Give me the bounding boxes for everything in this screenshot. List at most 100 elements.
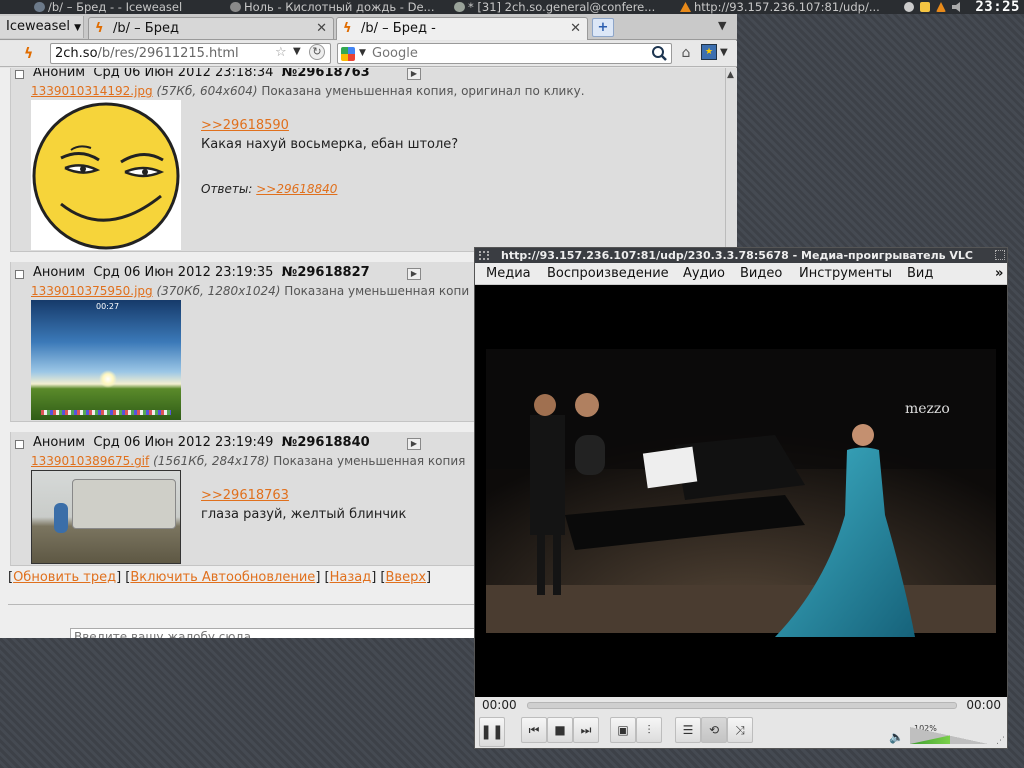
- file-link[interactable]: 1339010389675.gif: [31, 454, 149, 468]
- time-bar: 00:00 00:00: [475, 697, 1007, 715]
- tray-star-icon[interactable]: [920, 2, 930, 12]
- vlc-controls: ❚❚ ⏮ ■ ⏭ ▣ ⫶ ☰ ⟲ ⤨ 🔈 102% ⋰: [475, 715, 1007, 748]
- resize-grip-icon[interactable]: ⋰: [996, 736, 1005, 746]
- play-icon[interactable]: ▶: [407, 438, 421, 450]
- search-icon[interactable]: [651, 45, 668, 62]
- time-total: 00:00: [966, 698, 1001, 712]
- fullscreen-button[interactable]: ▣: [610, 717, 636, 743]
- post-thumbnail[interactable]: [31, 470, 181, 564]
- complaint-input[interactable]: [70, 628, 480, 638]
- menu-view[interactable]: Вид: [907, 266, 933, 281]
- close-tab-icon[interactable]: ✕: [316, 18, 327, 39]
- trailer-shape: [72, 479, 176, 529]
- stop-button[interactable]: ■: [547, 717, 573, 743]
- post-checkbox[interactable]: [15, 70, 24, 79]
- playlist-icon: ☰: [682, 723, 694, 737]
- playlist-button[interactable]: ☰: [675, 717, 701, 743]
- bookmark-star-icon[interactable]: ☆: [275, 45, 287, 60]
- url-bar[interactable]: 2ch.so/b/res/29611215.html: [50, 43, 331, 64]
- shuffle-icon: ⤨: [735, 723, 745, 737]
- menu-video[interactable]: Видео: [740, 266, 782, 281]
- menu-playback[interactable]: Воспроизведение: [547, 266, 669, 281]
- music-icon: [230, 2, 241, 12]
- post: Аноним Срд 06 Июн 2012 23:18:34 №2961876…: [10, 68, 725, 252]
- seek-slider[interactable]: [527, 702, 957, 709]
- post-checkbox[interactable]: [15, 270, 24, 279]
- post-number[interactable]: №29618827: [282, 265, 370, 280]
- file-link[interactable]: 1339010314192.jpg: [31, 84, 153, 98]
- post-thumbnail[interactable]: [31, 100, 181, 250]
- google-icon[interactable]: [341, 47, 355, 61]
- maximize-icon[interactable]: [995, 250, 1005, 260]
- post-body: >>29618763 глаза разуй, желтый блинчик: [201, 488, 407, 522]
- previous-icon: ⏮: [528, 723, 540, 737]
- menu-audio[interactable]: Аудио: [683, 266, 725, 281]
- post-number[interactable]: №29618840: [282, 435, 370, 450]
- taskbar-task-chat[interactable]: * [31] 2ch.so.general@confere...: [452, 0, 676, 14]
- reply-link[interactable]: >>29618763: [201, 488, 289, 503]
- close-tab-icon[interactable]: ✕: [570, 18, 581, 39]
- home-icon[interactable]: ⌂: [677, 44, 695, 62]
- smiley-face-icon: [32, 102, 180, 250]
- equalizer-icon: ⫶: [647, 723, 651, 737]
- pause-button[interactable]: ❚❚: [479, 717, 505, 747]
- file-link[interactable]: 1339010375950.jpg: [31, 284, 153, 298]
- tray-vlc-icon[interactable]: [936, 2, 946, 12]
- random-button[interactable]: ⤨: [727, 717, 753, 743]
- vlc-menu-bar: Медиа Воспроизведение Аудио Видео Инстру…: [475, 263, 1007, 285]
- menu-tools[interactable]: Инструменты: [799, 266, 892, 281]
- extended-settings-button[interactable]: ⫶: [636, 717, 662, 743]
- search-input[interactable]: [372, 45, 652, 62]
- vlc-cone-icon: [680, 2, 691, 12]
- tab-board-1[interactable]: ϟ /b/ – Бред ✕: [88, 17, 334, 39]
- tray-play-icon[interactable]: [904, 2, 914, 12]
- post-body: >>29618590 Какая нахуй восьмерка, ебан ш…: [201, 118, 459, 152]
- post-checkbox[interactable]: [15, 440, 24, 449]
- tab-list-icon[interactable]: ▼: [718, 19, 726, 32]
- tray-volume-icon[interactable]: [952, 2, 960, 12]
- thread-links: [Обновить тред] [Включить Автообновление…: [8, 570, 432, 585]
- scroll-up-icon[interactable]: ▲: [727, 70, 734, 80]
- vlc-title-bar[interactable]: http://93.157.236.107:81/udp/230.3.3.78:…: [475, 248, 1007, 263]
- reload-icon[interactable]: ↻: [309, 44, 325, 60]
- back-link[interactable]: Назад: [330, 570, 372, 585]
- menu-media[interactable]: Медиа: [486, 266, 531, 281]
- answer-link[interactable]: >>29618840: [256, 182, 337, 196]
- menu-more-icon[interactable]: »: [995, 266, 1003, 281]
- taskbar-task-music[interactable]: Ноль - Кислотный дождь - De...: [228, 0, 450, 14]
- loop-button[interactable]: ⟲: [701, 717, 727, 743]
- bookmarks-dropdown-icon[interactable]: ▼: [720, 47, 728, 58]
- volume-slider[interactable]: 102%: [908, 724, 990, 744]
- play-icon[interactable]: ▶: [407, 268, 421, 280]
- refresh-thread-link[interactable]: Обновить тред: [13, 570, 116, 585]
- search-engine-dropdown-icon[interactable]: ▼: [359, 48, 366, 58]
- person-shape: [54, 503, 68, 533]
- pause-icon: ❚❚: [480, 724, 504, 740]
- app-menu-button[interactable]: Iceweasel ▼: [0, 16, 84, 38]
- taskbar-task-vlc[interactable]: http://93.157.236.107:81/udp/...: [678, 0, 902, 14]
- window-grip-icon[interactable]: [479, 251, 489, 260]
- mezzo-logo: mezzo: [905, 401, 950, 417]
- post-number[interactable]: №29618763: [282, 68, 370, 80]
- url-history-dropdown-icon[interactable]: ▼: [293, 46, 301, 57]
- bookmarks-icon[interactable]: ★: [701, 44, 717, 60]
- post-thumbnail[interactable]: 00:27: [31, 300, 181, 420]
- taskbar-task-iceweasel[interactable]: /b/ – Бред - - Iceweasel: [32, 0, 226, 14]
- post-header: Аноним Срд 06 Июн 2012 23:19:35 №2961882…: [33, 265, 370, 280]
- next-button[interactable]: ⏭: [573, 717, 599, 743]
- reply-link[interactable]: >>29618590: [201, 118, 289, 133]
- file-info: 1339010375950.jpg (370Кб, 1280x1024) Пок…: [31, 284, 470, 298]
- new-tab-button[interactable]: +: [592, 18, 614, 37]
- previous-button[interactable]: ⏮: [521, 717, 547, 743]
- mute-speaker-icon[interactable]: 🔈: [889, 730, 904, 744]
- stop-icon: ■: [554, 723, 566, 737]
- top-link[interactable]: Вверх: [385, 570, 426, 585]
- auto-update-link[interactable]: Включить Автообновление: [130, 570, 315, 585]
- video-area[interactable]: mezzo: [475, 285, 1007, 697]
- tab-bar: Iceweasel ▼ ϟ /b/ – Бред ✕ ϟ /b/ – Бред …: [0, 14, 737, 40]
- iceweasel-icon: [34, 2, 45, 12]
- site-identity-icon[interactable]: ϟ: [24, 44, 48, 64]
- fullscreen-icon: ▣: [617, 723, 629, 737]
- tab-board-2[interactable]: ϟ /b/ – Бред - ✕: [336, 17, 588, 40]
- play-icon[interactable]: ▶: [407, 68, 421, 80]
